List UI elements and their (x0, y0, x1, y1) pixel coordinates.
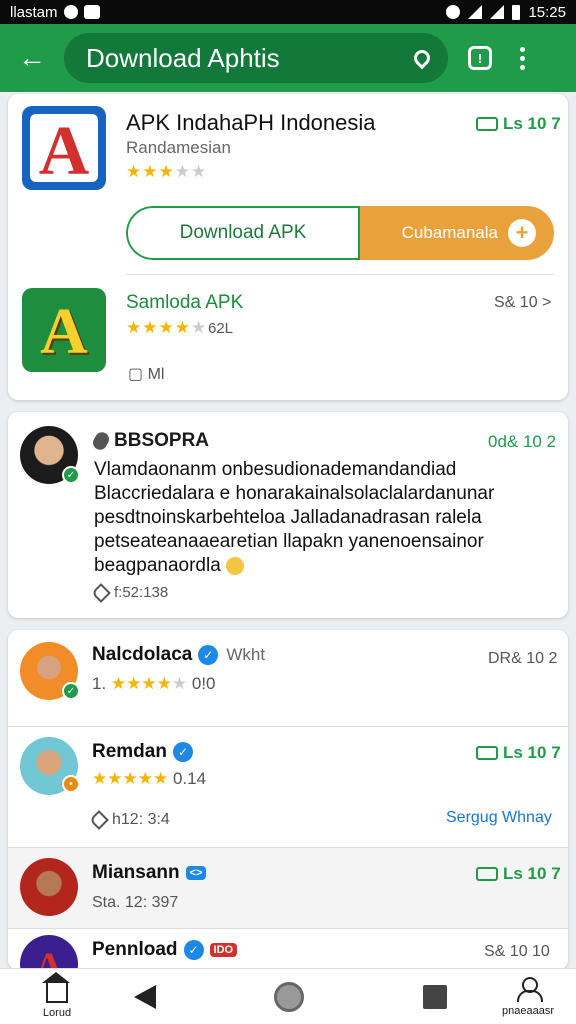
download-group: Download APK Cubamanala + (126, 206, 554, 260)
notification-icon (63, 5, 78, 19)
review-tag: 0d& 10 2 (488, 432, 557, 451)
reviewer-tag: Ls 10 7 (476, 864, 561, 884)
alarm-icon (446, 5, 461, 19)
app-title[interactable]: APK IndahaPH Indonesia (126, 110, 376, 136)
plus-icon: + (508, 219, 536, 247)
wifi-signal-icon (468, 5, 483, 19)
reviewer-tag: S& 10 10 (484, 943, 550, 960)
reviewer-badge: <> (185, 866, 207, 880)
nav-home[interactable]: Lorud (22, 969, 92, 1024)
reviewer-meta: Sta. 12: 397 (92, 894, 179, 911)
reviewer-name: Miansann <> (92, 862, 207, 884)
related-rating-stars: ★★★★★ (126, 318, 208, 337)
verified-icon: ✓ (172, 742, 193, 762)
check-icon (476, 867, 498, 881)
secondary-action-label: Cubamanala (401, 223, 498, 242)
app-version-tag: Ls 10 7 (476, 114, 561, 134)
status-bar: llastam 15:25 (0, 0, 576, 24)
smile-icon (226, 556, 245, 575)
app-logo[interactable]: A (22, 106, 106, 190)
user-icon (516, 977, 543, 1002)
check-icon: ✓ (62, 466, 80, 484)
verified-icon: ✓ (183, 940, 204, 960)
reviewer-name: Nalcdolaca ✓ Wkht (92, 644, 266, 665)
search-query[interactable]: Download Aphtis (86, 43, 414, 74)
nav-profile[interactable]: pnaeaaasr (490, 969, 566, 1024)
shield-icon[interactable]: ! (468, 46, 492, 70)
nav-profile-label: pnaeaaasr (502, 1005, 554, 1017)
reviewer-footer: h12: 3:4 (89, 809, 170, 830)
check-icon: ✓ (62, 682, 80, 700)
mic-icon (90, 429, 112, 453)
reviewer-rating: 1. ★★★★★ 0!0 (92, 674, 216, 693)
download-apk-button[interactable]: Download APK (126, 206, 360, 260)
review-text: Vlamdaonanm onbesudionademandandiad Blac… (94, 459, 495, 576)
secondary-action-button[interactable]: Cubamanala + (360, 206, 554, 260)
bottom-navigation: Lorud pnaeaaasr (0, 968, 576, 1024)
home-icon (42, 972, 70, 1003)
reviewers-card: ✓ Nalcdolaca ✓ Wkht 1. ★★★★★ 0!0 DR& 10 2 … (8, 630, 568, 970)
list-item[interactable]: • Remdan ✓ ★★★★★ 0.14 Ls 10 7 h12: 3:4 Se… (8, 727, 568, 847)
reviewer-tag: DR& 10 2 (488, 650, 558, 667)
related-tag[interactable]: S& 10 > (494, 294, 551, 312)
badge-icon: • (62, 775, 80, 793)
reviewer-link[interactable]: Sergug Whnay (446, 809, 552, 827)
status-carrier: llastam (10, 3, 58, 21)
avatar: A (20, 935, 78, 970)
related-app-logo[interactable]: A (22, 288, 106, 372)
app-bar: ← Download Aphtis ! (0, 24, 576, 92)
heart-icon (91, 583, 111, 603)
list-item[interactable]: A Pennload ✓ IDO S& 10 10 (8, 929, 568, 970)
verified-icon: ✓ (198, 645, 219, 665)
message-icon (83, 5, 100, 19)
back-arrow-icon[interactable]: ← (14, 40, 50, 76)
recents-square-icon (423, 985, 447, 1009)
back-triangle-icon (134, 985, 156, 1009)
review-card: ✓ BBSOPRA 0d& 10 2 Vlamdaonanm onbesudio… (8, 412, 568, 618)
list-item[interactable]: ✓ Nalcdolaca ✓ Wkht 1. ★★★★★ 0!0 DR& 10 2 (8, 630, 568, 726)
check-icon (476, 746, 498, 760)
reviewer-rating: ★★★★★ 0.14 (92, 769, 207, 788)
cell-signal-icon (490, 5, 505, 19)
nav-recents[interactable] (410, 969, 460, 1024)
reviewer-tag: Ls 10 7 (476, 743, 561, 763)
avatar (20, 858, 78, 916)
list-item[interactable]: Miansann <> Sta. 12: 397 Ls 10 7 (8, 848, 568, 928)
location-pin-icon[interactable] (410, 46, 434, 70)
review-author: BBSOPRA (90, 429, 209, 453)
home-circle-icon (274, 982, 304, 1012)
nav-home-label: Lorud (42, 1007, 72, 1019)
app-subtitle: Randamesian (126, 138, 231, 157)
app-rating-stars: ★★★★★ (126, 162, 208, 181)
related-meta: ▢ Ml (128, 366, 165, 383)
review-footer[interactable]: f:52:138 (91, 583, 168, 603)
featured-app-card: A APK IndahaPH Indonesia Randamesian ★★★… (8, 94, 568, 400)
nav-back[interactable] (120, 969, 170, 1024)
reviewer-badge: IDO (209, 943, 238, 957)
more-vert-icon[interactable] (520, 46, 525, 70)
related-rating-count: 62L (208, 320, 234, 337)
status-time: 15:25 (528, 3, 566, 21)
check-icon (476, 117, 498, 131)
heart-icon (89, 809, 109, 830)
reviewer-name: Remdan ✓ (92, 741, 193, 763)
search-bar[interactable]: Download Aphtis (64, 33, 448, 83)
nav-home-circle[interactable] (264, 969, 314, 1024)
related-app-title[interactable]: Samloda APK (126, 292, 243, 314)
battery-icon (512, 4, 521, 20)
divider (126, 274, 554, 275)
reviewer-name: Pennload ✓ IDO (92, 939, 238, 961)
